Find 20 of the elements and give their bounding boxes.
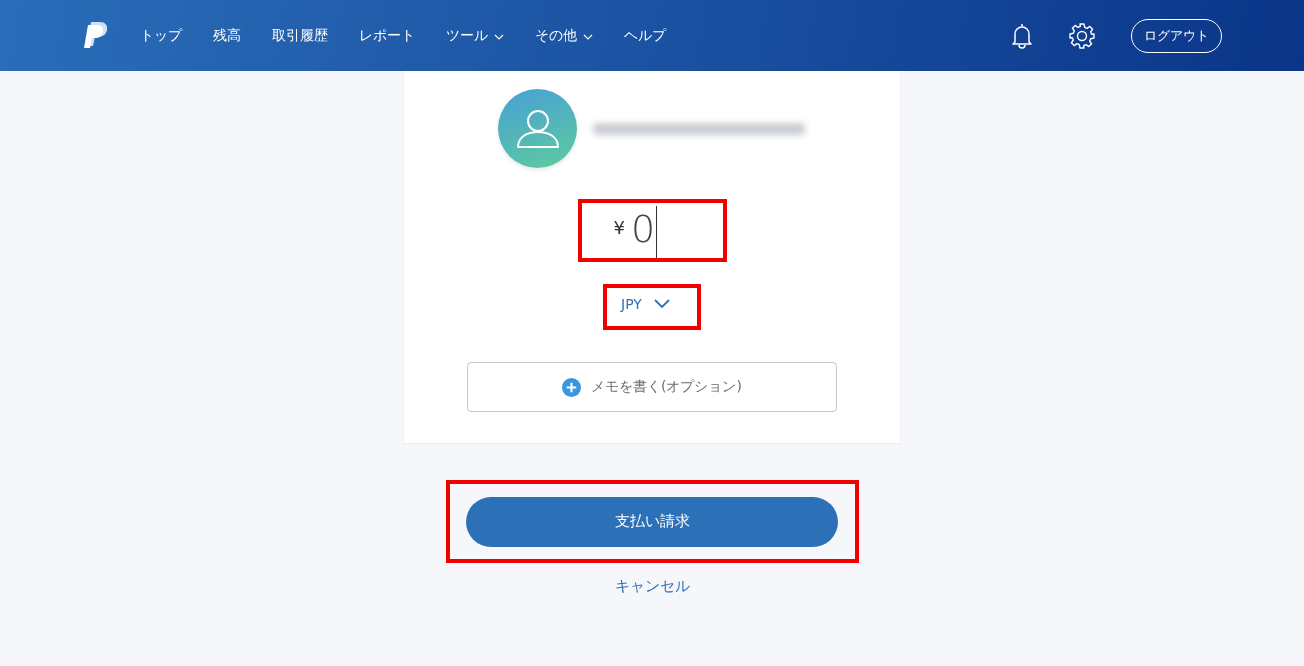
plus-icon <box>562 377 582 397</box>
nav-link[interactable]: ツール <box>446 26 488 45</box>
currency-dropdown[interactable]: JPY <box>607 288 670 326</box>
memo-button[interactable]: メモを書く(オプション) <box>467 362 837 412</box>
settings-icon[interactable] <box>1069 22 1095 49</box>
nav-link[interactable]: 取引履歴 <box>272 26 328 45</box>
chevron-down-icon <box>653 299 670 309</box>
chevron-down-icon[interactable] <box>583 33 593 40</box>
nav-link[interactable]: ヘルプ <box>624 26 666 45</box>
cancel-link[interactable]: キャンセル <box>614 577 690 596</box>
nav-link[interactable]: その他 <box>535 26 577 45</box>
logo-icon[interactable] <box>84 21 108 50</box>
nav-link[interactable]: トップ <box>140 26 182 45</box>
amount-field[interactable]: ¥0 <box>581 203 723 258</box>
chevron-down-icon[interactable] <box>494 33 504 40</box>
nav-link[interactable]: 残高 <box>213 26 241 45</box>
request-payment-button[interactable]: 支払い請求 <box>466 496 838 547</box>
nav-link[interactable]: レポート <box>359 26 415 45</box>
bell-icon[interactable] <box>1011 22 1033 49</box>
logout-button[interactable]: ログアウト <box>1131 18 1222 53</box>
